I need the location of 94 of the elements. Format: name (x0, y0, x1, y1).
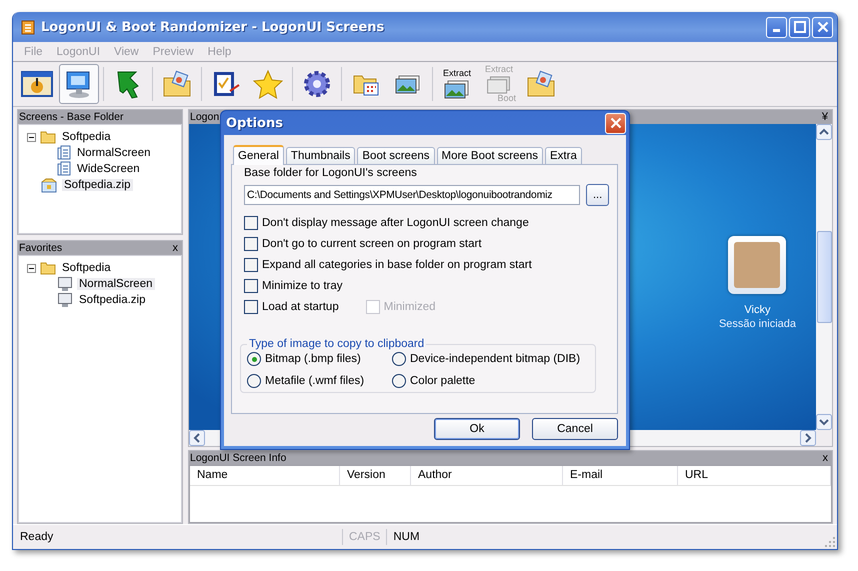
checkbox-label: Expand all categories in base folder on program start (262, 259, 532, 271)
radio-button[interactable] (247, 352, 261, 366)
photos-icon (485, 75, 513, 94)
tab[interactable]: Thumbnails (286, 147, 356, 164)
status-text: Ready (19, 531, 54, 543)
collapse-icon[interactable] (27, 264, 36, 272)
radio-button[interactable] (392, 352, 406, 366)
radio-button[interactable] (392, 374, 406, 388)
checkbox[interactable] (244, 300, 258, 314)
scroll-right-icon[interactable] (800, 430, 816, 446)
user-name: Vicky (744, 304, 771, 316)
panel-menu-button[interactable]: ¥ (822, 111, 828, 123)
tree-item[interactable]: Softpedia.zip (62, 179, 132, 191)
status-indicator: NUM (386, 529, 426, 545)
maximize-icon (794, 21, 806, 33)
column-header[interactable]: E-mail (563, 466, 678, 485)
folder-envelope-icon (162, 70, 192, 98)
maximize-button[interactable] (789, 16, 810, 38)
tree-item[interactable]: Softpedia (60, 131, 113, 143)
close-button[interactable] (605, 112, 626, 134)
clipboard-check-icon (211, 69, 241, 99)
vertical-scrollbar[interactable] (816, 124, 832, 430)
scroll-thumb[interactable] (817, 231, 832, 323)
dialog-title: Options (226, 116, 283, 130)
document-icon (57, 145, 71, 161)
panel-title: Logon (190, 111, 220, 123)
avatar-placeholder (728, 236, 786, 294)
radio-label: Metafile (.wmf files) (265, 375, 364, 387)
close-button[interactable] (812, 16, 833, 38)
panel-title: LogonUI Screen Info (190, 452, 286, 464)
scroll-up-icon[interactable] (816, 124, 832, 140)
minimize-icon (773, 29, 780, 32)
tree-item[interactable]: Softpedia.zip (77, 294, 148, 306)
field-label: Base folder for LogonUI's screens (244, 167, 418, 181)
tab[interactable]: More Boot screens (436, 147, 544, 164)
minimize-button[interactable] (766, 16, 787, 38)
column-header[interactable]: Name (190, 466, 340, 485)
monitor-icon (57, 276, 73, 292)
tab[interactable]: Extra (545, 147, 582, 164)
tree-item[interactable]: NormalScreen (75, 147, 152, 159)
radio-label: Device-independent bitmap (DIB) (410, 353, 580, 365)
checkbox-label: Don't go to current screen on program start (262, 238, 482, 250)
browse-button[interactable]: ... (586, 184, 609, 206)
dialog-button[interactable]: Cancel (532, 418, 618, 440)
checkbox[interactable] (244, 279, 258, 293)
close-icon (816, 21, 828, 33)
panel-close-button[interactable]: x (822, 452, 828, 464)
radio-button[interactable] (247, 374, 261, 388)
column-header[interactable]: Author (411, 466, 563, 485)
window-gear-icon (21, 71, 53, 97)
tree-item[interactable]: WideScreen (75, 163, 142, 175)
close-icon (610, 117, 622, 129)
archive-icon (40, 178, 58, 192)
photos-icon (443, 79, 471, 99)
folder-icon (40, 130, 56, 144)
tree-item[interactable]: NormalScreen (77, 278, 154, 290)
panel-close-button[interactable]: x (172, 242, 178, 254)
window-title: LogonUI & Boot Randomizer - LogonUI Screens (41, 20, 386, 34)
status-indicator: CAPS (342, 529, 386, 545)
gear-icon (302, 69, 332, 99)
scroll-left-icon[interactable] (189, 430, 205, 446)
panel-title: Screens - Base Folder (19, 111, 124, 123)
star-icon (253, 69, 283, 99)
column-header[interactable]: Version (340, 466, 411, 485)
monitor-icon (57, 292, 73, 308)
dialog-button[interactable]: Ok (434, 418, 520, 440)
toolbar-button[interactable] (59, 64, 99, 104)
checkbox-label: Don't display message after LogonUI screen change (262, 217, 529, 229)
tab[interactable]: Boot screens (357, 147, 434, 164)
radio-label: Bitmap (.bmp files) (265, 353, 361, 365)
resize-grip-icon[interactable] (825, 537, 835, 547)
checkbox-label: Load at startup (262, 301, 339, 313)
tab[interactable]: General (233, 145, 284, 165)
panel-title: Favorites (19, 242, 62, 254)
column-header[interactable]: URL (678, 466, 831, 485)
collapse-icon[interactable] (27, 132, 36, 142)
checkbox-label: Minimize to tray (262, 280, 343, 292)
app-icon (21, 20, 35, 34)
document-icon (57, 161, 71, 177)
checkbox[interactable] (244, 258, 258, 272)
photos-icon (394, 74, 422, 94)
folder-path-field[interactable]: C:\Documents and Settings\XPMUser\Desktop\logonuibootrandomiz (244, 185, 580, 205)
tree-item[interactable]: Softpedia (60, 262, 113, 274)
group-title: Type of image to copy to clipboard (248, 338, 426, 350)
toolbar-button[interactable]: Extract (437, 64, 477, 104)
scroll-down-icon[interactable] (816, 414, 832, 430)
radio-label: Color palette (410, 375, 476, 387)
user-status: Sessão iniciada (718, 318, 796, 330)
folder-icon (40, 261, 56, 275)
checkbox-label: Minimized (384, 301, 436, 313)
arrow-icon (115, 69, 141, 99)
checkbox[interactable] (244, 216, 258, 230)
folder-envelope-icon (526, 70, 556, 98)
checkbox[interactable] (244, 237, 258, 251)
